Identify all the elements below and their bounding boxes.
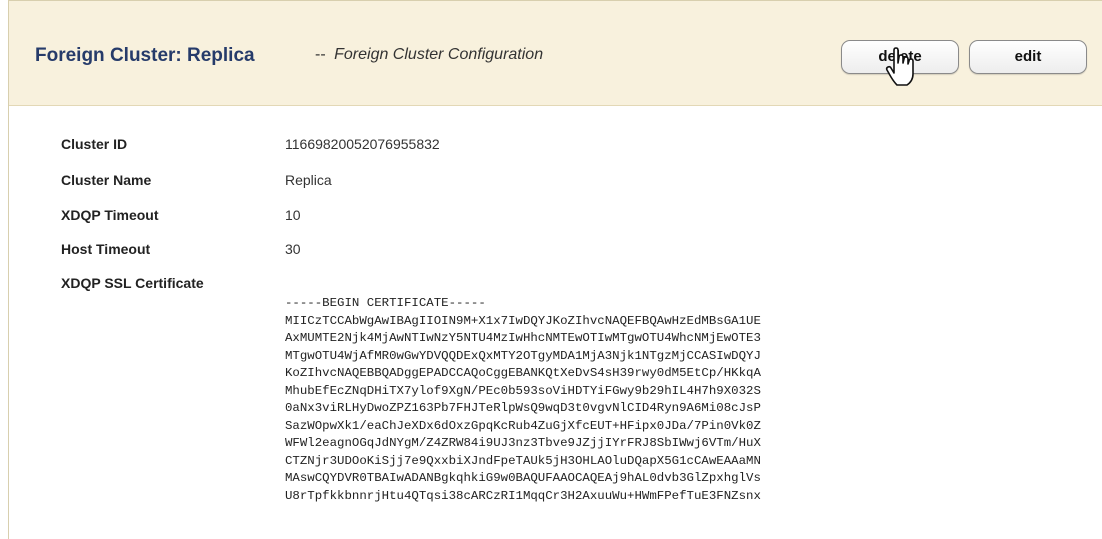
cert-line: -----BEGIN CERTIFICATE----- (285, 296, 486, 310)
cluster-id-label: Cluster ID (61, 136, 128, 152)
xdqp-ssl-certificate-value: -----BEGIN CERTIFICATE----- MIICzTCCAbWg… (285, 295, 761, 505)
cert-line: MhubEfEcZNqDHiTX7ylof9XgN/PEc0b593soViHD… (285, 383, 761, 398)
cert-line: SazWOpwXk1/eaChJeXDx6dOxzGpqKcRub4ZuGjXf… (285, 418, 761, 433)
edit-button[interactable]: edit (969, 40, 1087, 74)
panel-header: Foreign Cluster: Replica -- Foreign Clus… (9, 1, 1102, 106)
host-timeout-value: 30 (285, 241, 301, 257)
page-subtitle: -- Foreign Cluster Configuration (315, 46, 543, 64)
xdqp-timeout-label: XDQP Timeout (61, 207, 159, 223)
xdqp-timeout-value: 10 (285, 207, 301, 223)
cluster-name-value: Replica (285, 172, 332, 188)
hand-pointer-icon (885, 47, 914, 86)
cert-line: MIICzTCCAbWgAwIBAgIIOIN9M+X1x7IwDQYJKoZI… (285, 313, 761, 328)
cert-line: MTgwOTU4WjAfMR0wGwYDVQQDExQxMTY2OTgyMDA1… (285, 348, 761, 363)
cert-line: AxMUMTE2Njk4MjAwNTIwNzY5NTU4MzIwHhcNMTEw… (285, 331, 761, 345)
host-timeout-label: Host Timeout (61, 241, 151, 257)
xdqp-ssl-certificate-label: XDQP SSL Certificate (61, 275, 204, 291)
page-title: Foreign Cluster: Replica (35, 45, 255, 66)
cert-line: KoZIhvcNAQEBBQADggEPADCCAQoCggEBANKQtXeD… (285, 366, 761, 380)
subtitle-text: Foreign Cluster Configuration (334, 46, 544, 63)
cert-line: U8rTpfkkbnnrjHtu4QTqsi38cARCzRI1MqqCr3H2… (285, 488, 761, 503)
cluster-name-label: Cluster Name (61, 172, 152, 188)
foreign-cluster-panel: Foreign Cluster: Replica -- Foreign Clus… (8, 0, 1102, 539)
cluster-id-value: 11669820052076955832 (285, 136, 440, 152)
cert-line: 0aNx3viRLHyDwoZPZ163Pb7FHJTeRlpWsQ9wqD3t… (285, 401, 761, 415)
cert-line: MAswCQYDVR0TBAIwADANBgkqhkiG9w0BAQUFAAOC… (285, 471, 761, 485)
subtitle-separator: -- (315, 46, 326, 63)
cert-line: CTZNjr3UDOoKiSjj7e9QxxbiXJndFpeTAUk5jH3O… (285, 453, 761, 468)
cert-line: WFWl2eagnOGqJdNYgM/Z4ZRW84i9UJ3nz3Tbve9J… (285, 436, 761, 450)
